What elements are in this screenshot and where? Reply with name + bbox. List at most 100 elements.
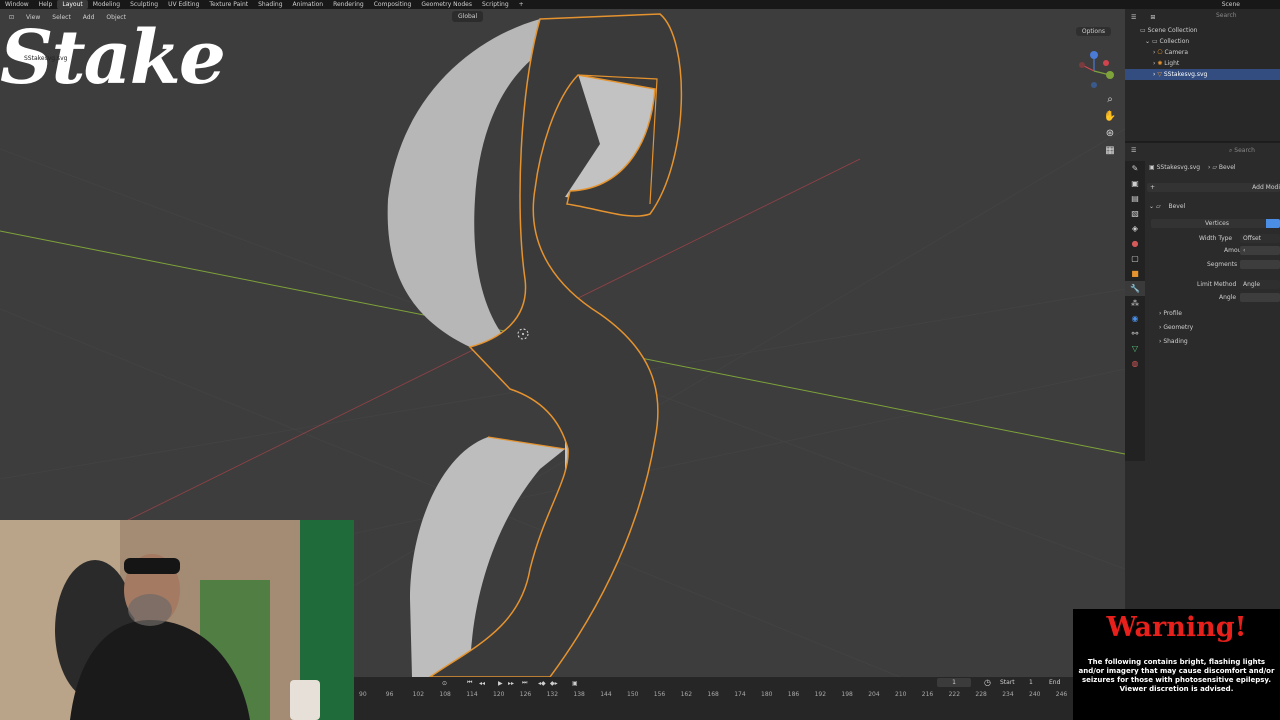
chevron-right-icon: › — [1207, 164, 1211, 171]
scene-tab-icon[interactable]: ◈ — [1125, 221, 1145, 236]
s-letter-object[interactable] — [387, 13, 683, 677]
auto-key-icon[interactable]: ▣ — [572, 680, 578, 687]
current-frame-field[interactable]: 1 — [937, 678, 971, 687]
frame-tick-label: 216 — [921, 691, 934, 698]
prev-keyframe-icon[interactable]: ◂◂ — [479, 680, 485, 687]
transform-orientation-dropdown[interactable]: Global — [452, 11, 484, 22]
width-type-dropdown[interactable]: Offset — [1240, 234, 1280, 243]
collection-tab-icon[interactable]: ▢ — [1125, 251, 1145, 266]
frame-ruler[interactable]: 90 96 102 108 114 120 126 132 138 144 150 156 162 168… — [354, 691, 1074, 701]
plus-icon: + — [1150, 184, 1156, 191]
top-menu-item[interactable]: Scripting — [477, 0, 514, 9]
scene-selector[interactable]: Scene — [1222, 0, 1240, 9]
add-modifier-button[interactable]: + Add Modi — [1147, 183, 1280, 192]
outliner-item[interactable]: › ✺ Light — [1125, 58, 1280, 69]
keyframe-prev-icon[interactable]: ◂◆ — [538, 680, 546, 687]
top-menu-item[interactable]: Layout — [57, 0, 88, 9]
output-tab-icon[interactable]: ▤ — [1125, 191, 1145, 206]
frame-tick-label: 210 — [895, 691, 907, 698]
subpanel-label: Geometry — [1163, 324, 1194, 331]
top-menu-item[interactable]: Rendering — [328, 0, 369, 9]
affect-toggle[interactable]: Vertices — [1151, 219, 1280, 228]
top-menu-item[interactable]: Help — [34, 0, 58, 9]
navigation-gizmo[interactable] — [1072, 49, 1120, 97]
clock-icon: ◷ — [984, 678, 991, 687]
top-menu-item[interactable]: Window — [0, 0, 34, 9]
constraints-tab-icon[interactable]: ⚯ — [1125, 326, 1145, 341]
start-frame-field[interactable]: 1 — [1029, 679, 1033, 686]
top-menu-item[interactable]: Sculpting — [125, 0, 163, 9]
top-menu-item[interactable]: Texture Paint — [204, 0, 253, 9]
chevron-down-icon[interactable]: ⌄ — [1145, 38, 1152, 45]
affect-edges-option[interactable] — [1266, 219, 1280, 228]
frame-tick-label: 234 — [1002, 691, 1014, 698]
next-keyframe-icon[interactable]: ▸▸ — [508, 680, 514, 687]
orientation-label: Global — [458, 13, 478, 20]
editor-type-icon[interactable]: ☰ — [1131, 147, 1136, 154]
top-menu-item[interactable]: + — [514, 0, 529, 9]
top-menu-item[interactable]: Compositing — [369, 0, 417, 9]
subpanel-shading[interactable]: › Shading — [1159, 338, 1188, 345]
record-icon[interactable]: ⊙ — [442, 680, 447, 687]
panel-title: Bevel — [1168, 203, 1186, 210]
render-tab-icon[interactable]: ▣ — [1125, 176, 1145, 191]
world-tab-icon[interactable]: ● — [1125, 236, 1145, 251]
keyframe-next-icon[interactable]: ◆▸ — [550, 680, 558, 687]
angle-field[interactable] — [1240, 293, 1280, 302]
frame-tick-label: 108 — [439, 691, 451, 698]
object-name: SStakesvg.svg — [1156, 164, 1201, 171]
segments-field[interactable] — [1240, 260, 1280, 269]
frame-tick-label: 228 — [975, 691, 987, 698]
segments-label: Segments — [1207, 261, 1238, 268]
frame-tick-label: 90 — [359, 691, 367, 698]
object-tab-icon[interactable]: ■ — [1125, 266, 1145, 281]
modifier-tab-icon[interactable]: 🔧 — [1125, 281, 1145, 296]
jump-end-icon[interactable]: ⏭ — [522, 679, 527, 687]
tool-tab-icon[interactable]: ✎ — [1125, 161, 1145, 176]
outliner-item[interactable]: › ▽ SStakesvg.svg — [1125, 69, 1280, 80]
material-tab-icon[interactable]: ◍ — [1125, 356, 1145, 371]
frame-tick-label: 162 — [680, 691, 693, 698]
subpanel-profile[interactable]: › Profile — [1159, 310, 1182, 317]
amount-field[interactable]: ‹ — [1240, 246, 1280, 255]
physics-tab-icon[interactable]: ◉ — [1125, 311, 1145, 326]
outliner-header: ☰ ⊞ — [1125, 9, 1280, 25]
width-type-label: Width Type — [1199, 235, 1233, 242]
collection-row[interactable]: ⌄ ▭ Collection — [1125, 36, 1280, 47]
grid-toggle-icon[interactable]: ▦ — [1103, 144, 1117, 158]
camera-view-icon[interactable]: ⊛ — [1103, 127, 1117, 141]
top-menu-item[interactable]: Geometry Nodes — [416, 0, 477, 9]
play-icon[interactable]: ▶ — [498, 680, 503, 687]
webcam-image — [0, 520, 354, 720]
frame-tick-label: 144 — [600, 691, 612, 698]
modifier-name: Bevel — [1218, 164, 1236, 171]
jump-start-icon[interactable]: ⏮ — [467, 679, 472, 687]
options-button[interactable]: Options — [1075, 27, 1111, 36]
top-menu-item[interactable]: Shading — [253, 0, 287, 9]
top-menu-item[interactable]: Animation — [288, 0, 329, 9]
subpanel-geometry[interactable]: › Geometry — [1159, 324, 1193, 331]
timeline-editor[interactable]: ⊙ ⏮ ◂◂ ▶ ▸▸ ⏭ ◂◆ ◆▸ ▣ 1 ◷ Start 1 End 90… — [354, 677, 1074, 720]
bevel-icon: ▱ — [1155, 203, 1163, 210]
frame-tick-label: 222 — [948, 691, 961, 698]
outliner-search-input[interactable]: Search — [1216, 12, 1237, 19]
top-menu-item[interactable]: UV Editing — [163, 0, 204, 9]
editor-type-icon[interactable]: ☰ — [1131, 14, 1136, 21]
view-layer-tab-icon[interactable]: ▧ — [1125, 206, 1145, 221]
chevron-down-icon[interactable]: ⌄ — [1149, 203, 1156, 210]
limit-method-dropdown[interactable]: Angle — [1240, 280, 1280, 289]
outliner-item[interactable]: › ⎔ Camera — [1125, 47, 1280, 58]
particles-tab-icon[interactable]: ⁂ — [1125, 296, 1145, 311]
frame-tick-label: 132 — [546, 691, 559, 698]
hand-pan-icon[interactable]: ✋ — [1103, 110, 1117, 124]
top-menu-item[interactable]: Modeling — [88, 0, 125, 9]
frame-tick-label: 192 — [814, 691, 827, 698]
frame-tick-label: 120 — [493, 691, 505, 698]
data-tab-icon[interactable]: ▽ — [1125, 341, 1145, 356]
frame-tick-label: 246 — [1055, 691, 1068, 698]
bevel-panel-header[interactable]: ⌄ ▱ Bevel — [1149, 203, 1185, 210]
scene-collection-row[interactable]: ▭ Scene Collection — [1125, 25, 1280, 36]
display-mode-icon[interactable]: ⊞ — [1150, 14, 1155, 21]
outliner[interactable]: ☰ ⊞ ▭ Scene Collection ⌄ ▭ Collection › … — [1125, 9, 1280, 141]
zoom-icon[interactable]: ⌕ — [1103, 93, 1117, 107]
